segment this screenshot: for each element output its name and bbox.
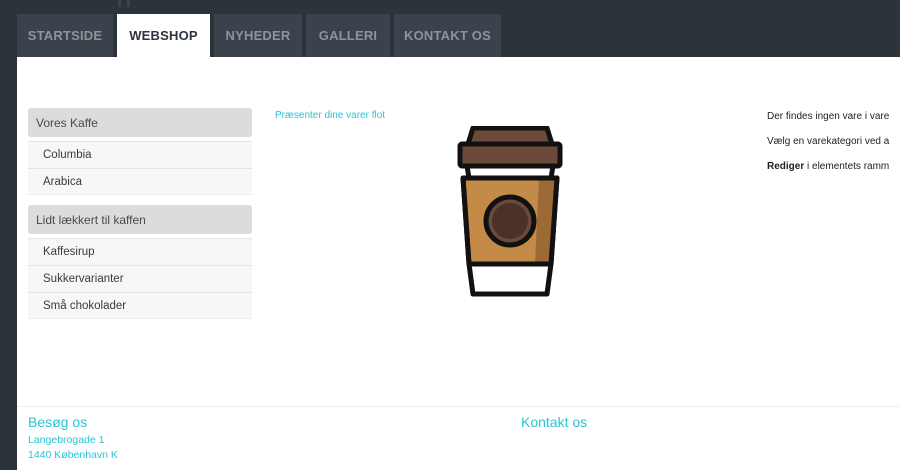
category-sidebar: Vores Kaffe Columbia Arabica Lidt lækker… — [28, 108, 252, 329]
category-item-arabica[interactable]: Arabica — [28, 168, 252, 195]
top-bar: STARTSIDE WEBSHOP NYHEDER GALLERI KONTAK… — [0, 0, 900, 57]
notice-line: Rediger i elementets ramm — [767, 160, 900, 174]
coffee-cup-icon — [457, 126, 563, 297]
footer-divider — [17, 406, 900, 407]
notice-rest: i elementets ramm — [804, 161, 890, 172]
contact-title: Kontakt os — [521, 414, 588, 430]
tab-kontakt-os[interactable]: KONTAKT OS — [394, 14, 501, 57]
category-list: Kaffesirup Sukkervarianter Små chokolade… — [28, 238, 252, 319]
tab-startside[interactable]: STARTSIDE — [17, 14, 113, 57]
category-item-sma-chokolader[interactable]: Små chokolader — [28, 292, 252, 319]
category-item-sukkervarianter[interactable]: Sukkervarianter — [28, 265, 252, 292]
category-item-columbia[interactable]: Columbia — [28, 141, 252, 168]
logo-mark — [118, 0, 130, 7]
category-list: Columbia Arabica — [28, 141, 252, 195]
empty-category-notice: Der findes ingen vare i vare Vælg en var… — [767, 110, 900, 174]
notice-bold: Rediger — [767, 161, 805, 172]
visit-title: Besøg os — [28, 414, 88, 430]
footer-visit: Besøg os Langebrogade 1 1440 København K — [28, 414, 118, 463]
address-line: 1440 København K — [28, 449, 118, 461]
notice-line: Vælg en varekategori ved a — [767, 136, 890, 147]
address-line: Langebrogade 1 — [28, 434, 105, 446]
tab-webshop[interactable]: WEBSHOP — [117, 14, 210, 57]
category-item-kaffesirup[interactable]: Kaffesirup — [28, 238, 252, 265]
tab-nyheder[interactable]: NYHEDER — [214, 14, 302, 57]
tab-galleri[interactable]: GALLERI — [306, 14, 390, 57]
main-nav: STARTSIDE WEBSHOP NYHEDER GALLERI KONTAK… — [17, 14, 501, 57]
notice-line: Der findes ingen vare i vare — [767, 111, 890, 122]
page-content: Vores Kaffe Columbia Arabica Lidt lækker… — [17, 57, 900, 470]
category-header[interactable]: Vores Kaffe — [28, 108, 252, 137]
category-header[interactable]: Lidt lækkert til kaffen — [28, 205, 252, 234]
shop-tagline: Præsenter dine varer flot — [275, 110, 386, 121]
